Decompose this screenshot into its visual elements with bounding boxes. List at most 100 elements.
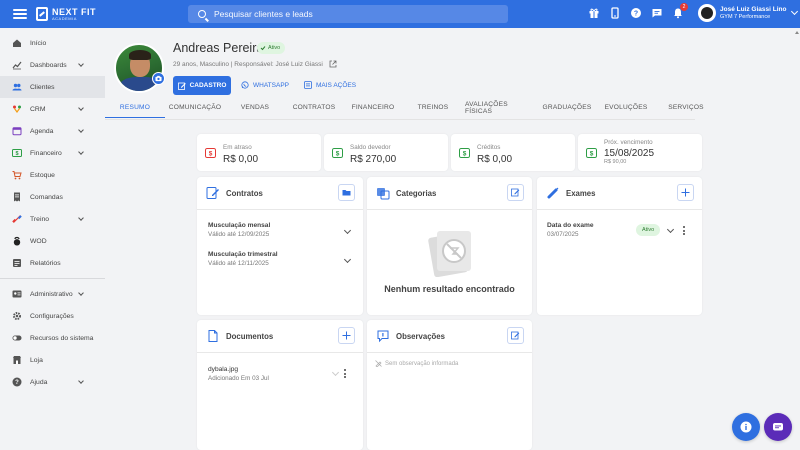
sidebar-item-dashboards[interactable]: Dashboards	[0, 54, 105, 76]
tab-contratos[interactable]: CONTRATOS	[285, 97, 343, 118]
chevron-down-icon	[78, 105, 84, 111]
sidebar-item-clientes[interactable]: Clientes	[0, 76, 105, 98]
tab-divider	[105, 119, 695, 120]
info-icon	[740, 421, 752, 433]
summary-value: R$ 0,00	[223, 154, 259, 165]
edit-button[interactable]	[507, 327, 524, 344]
more-options-icon[interactable]	[683, 226, 685, 235]
money-icon: $	[459, 148, 470, 158]
summary-card-prox-vencimento: $ Próx. vencimento 15/08/2025 R$ 90,00	[578, 134, 702, 171]
add-document-button[interactable]	[338, 327, 355, 344]
user-menu[interactable]: José Luiz Giassi Lino GYM 7 Performance	[698, 4, 799, 22]
file-date: Adicionado Em 03 Jul	[208, 375, 269, 382]
calendar-icon	[12, 126, 22, 136]
sidebar-item-label: Loja	[30, 356, 43, 364]
tab-graduacoes[interactable]: GRADUAÇÕES	[539, 97, 595, 118]
chat-support-button[interactable]	[764, 413, 792, 441]
sidebar-item-label: Administrativo	[30, 290, 73, 298]
cadastro-button[interactable]: CADASTRO	[173, 76, 231, 95]
sidebar-item-inicio[interactable]: Início	[0, 32, 105, 54]
svg-text:$: $	[15, 151, 18, 157]
chevron-down-icon	[78, 215, 84, 221]
bell-icon[interactable]: 2	[672, 3, 688, 19]
list-item[interactable]: Data do exame 03/07/2025	[547, 222, 594, 238]
money-icon: $	[586, 148, 597, 158]
sidebar-item-administrativo[interactable]: Administrativo	[0, 283, 105, 305]
money-icon: $	[205, 148, 216, 158]
summary-label: Saldo devedor	[350, 144, 391, 151]
list-item[interactable]: Musculação trimestral Válido até 12/11/2…	[208, 251, 278, 267]
sidebar-item-recursos-do-sistema[interactable]: Recursos do sistema	[0, 327, 105, 349]
tab-vendas[interactable]: VENDAS	[227, 97, 283, 118]
svg-text:$: $	[590, 151, 594, 158]
search-bar[interactable]	[188, 5, 508, 23]
contract-icon	[206, 187, 219, 199]
svg-text:?: ?	[15, 380, 19, 386]
sidebar-item-configuracoes[interactable]: Configurações	[0, 305, 105, 327]
summary-value: R$ 270,00	[350, 154, 397, 165]
tab-resumo[interactable]: RESUMO	[105, 97, 165, 118]
add-button[interactable]	[677, 184, 694, 201]
edit-button[interactable]	[507, 184, 524, 201]
list-item[interactable]: Musculação mensal Válido até 12/09/2025	[208, 222, 270, 238]
sidebar-item-label: Ajuda	[30, 378, 48, 386]
sidebar-item-comandas[interactable]: Comandas	[0, 186, 105, 208]
sidebar-item-ajuda[interactable]: ? Ajuda	[0, 371, 105, 393]
chevron-down-icon	[78, 127, 84, 133]
logo[interactable]: NEXT FIT ACADEMIA	[36, 7, 96, 21]
external-link-icon[interactable]	[329, 60, 337, 68]
scroll-up-icon[interactable]	[795, 31, 799, 34]
tab-avaliacoes[interactable]: AVALIAÇÕES FÍSICAS	[465, 97, 535, 118]
sidebar-item-label: CRM	[30, 105, 46, 113]
sidebar-item-agenda[interactable]: Agenda	[0, 120, 105, 142]
sidebar-item-estoque[interactable]: Estoque	[0, 164, 105, 186]
sidebar-item-treino[interactable]: Treino	[0, 208, 105, 230]
chevron-down-icon[interactable]	[666, 225, 675, 234]
camera-button[interactable]	[152, 72, 165, 85]
users-icon	[12, 82, 22, 92]
folder-button[interactable]	[338, 184, 355, 201]
help-icon[interactable]: ?	[630, 7, 642, 19]
sidebar-item-relatorios[interactable]: Relatórios	[0, 252, 105, 274]
status-badge: Ativo	[257, 42, 286, 54]
chevron-down-icon[interactable]	[343, 226, 352, 235]
tab-treinos[interactable]: TREINOS	[409, 97, 457, 118]
tab-comunicacao[interactable]: COMUNICAÇÃO	[165, 97, 225, 118]
edit-icon	[511, 188, 520, 197]
grid-icon	[304, 81, 312, 89]
chevron-down-icon[interactable]	[331, 368, 340, 377]
sidebar-item-label: Configurações	[30, 312, 74, 320]
summary-label: Próx. vencimento	[604, 139, 653, 146]
cart-icon	[12, 170, 22, 180]
scrollbar[interactable]	[793, 28, 800, 450]
sidebar-item-label: WOD	[30, 237, 47, 245]
chevron-down-icon[interactable]	[343, 255, 352, 264]
list-item[interactable]: dybala.jpg Adicionado Em 03 Jul	[208, 366, 269, 382]
sidebar-item-label: Recursos do sistema	[30, 334, 94, 342]
more-actions-button[interactable]: MAIS AÇÕES	[304, 81, 356, 89]
sidebar-item-loja[interactable]: Loja	[0, 349, 105, 371]
money-icon: $	[12, 148, 22, 158]
more-options-icon[interactable]	[344, 369, 346, 378]
svg-text:$: $	[336, 151, 340, 158]
chat-icon[interactable]	[651, 7, 663, 19]
home-icon	[12, 38, 22, 48]
menu-icon[interactable]	[13, 9, 27, 19]
tablet-icon[interactable]	[609, 7, 621, 19]
tab-servicos[interactable]: SERVIÇOS	[661, 97, 711, 118]
sidebar-item-wod[interactable]: WOD	[0, 230, 105, 252]
user-gym: GYM 7 Performance	[720, 13, 771, 20]
sidebar-item-crm[interactable]: CRM	[0, 98, 105, 120]
camera-icon	[155, 75, 162, 82]
whatsapp-button[interactable]: WHATSAPP	[241, 81, 289, 89]
sidebar-item-label: Comandas	[30, 193, 63, 201]
gift-icon[interactable]	[588, 7, 600, 19]
chevron-down-icon	[78, 61, 84, 67]
search-input[interactable]	[214, 9, 494, 19]
info-button[interactable]	[732, 413, 760, 441]
tab-evolucoes[interactable]: EVOLUÇÕES	[599, 97, 653, 118]
sidebar-item-financeiro[interactable]: $ Financeiro	[0, 142, 105, 164]
top-bar: NEXT FIT ACADEMIA ? 2 José Luiz Giassi L…	[0, 0, 800, 28]
tab-financeiro[interactable]: FINANCEIRO	[345, 97, 401, 118]
sidebar-item-label: Financeiro	[30, 149, 62, 157]
